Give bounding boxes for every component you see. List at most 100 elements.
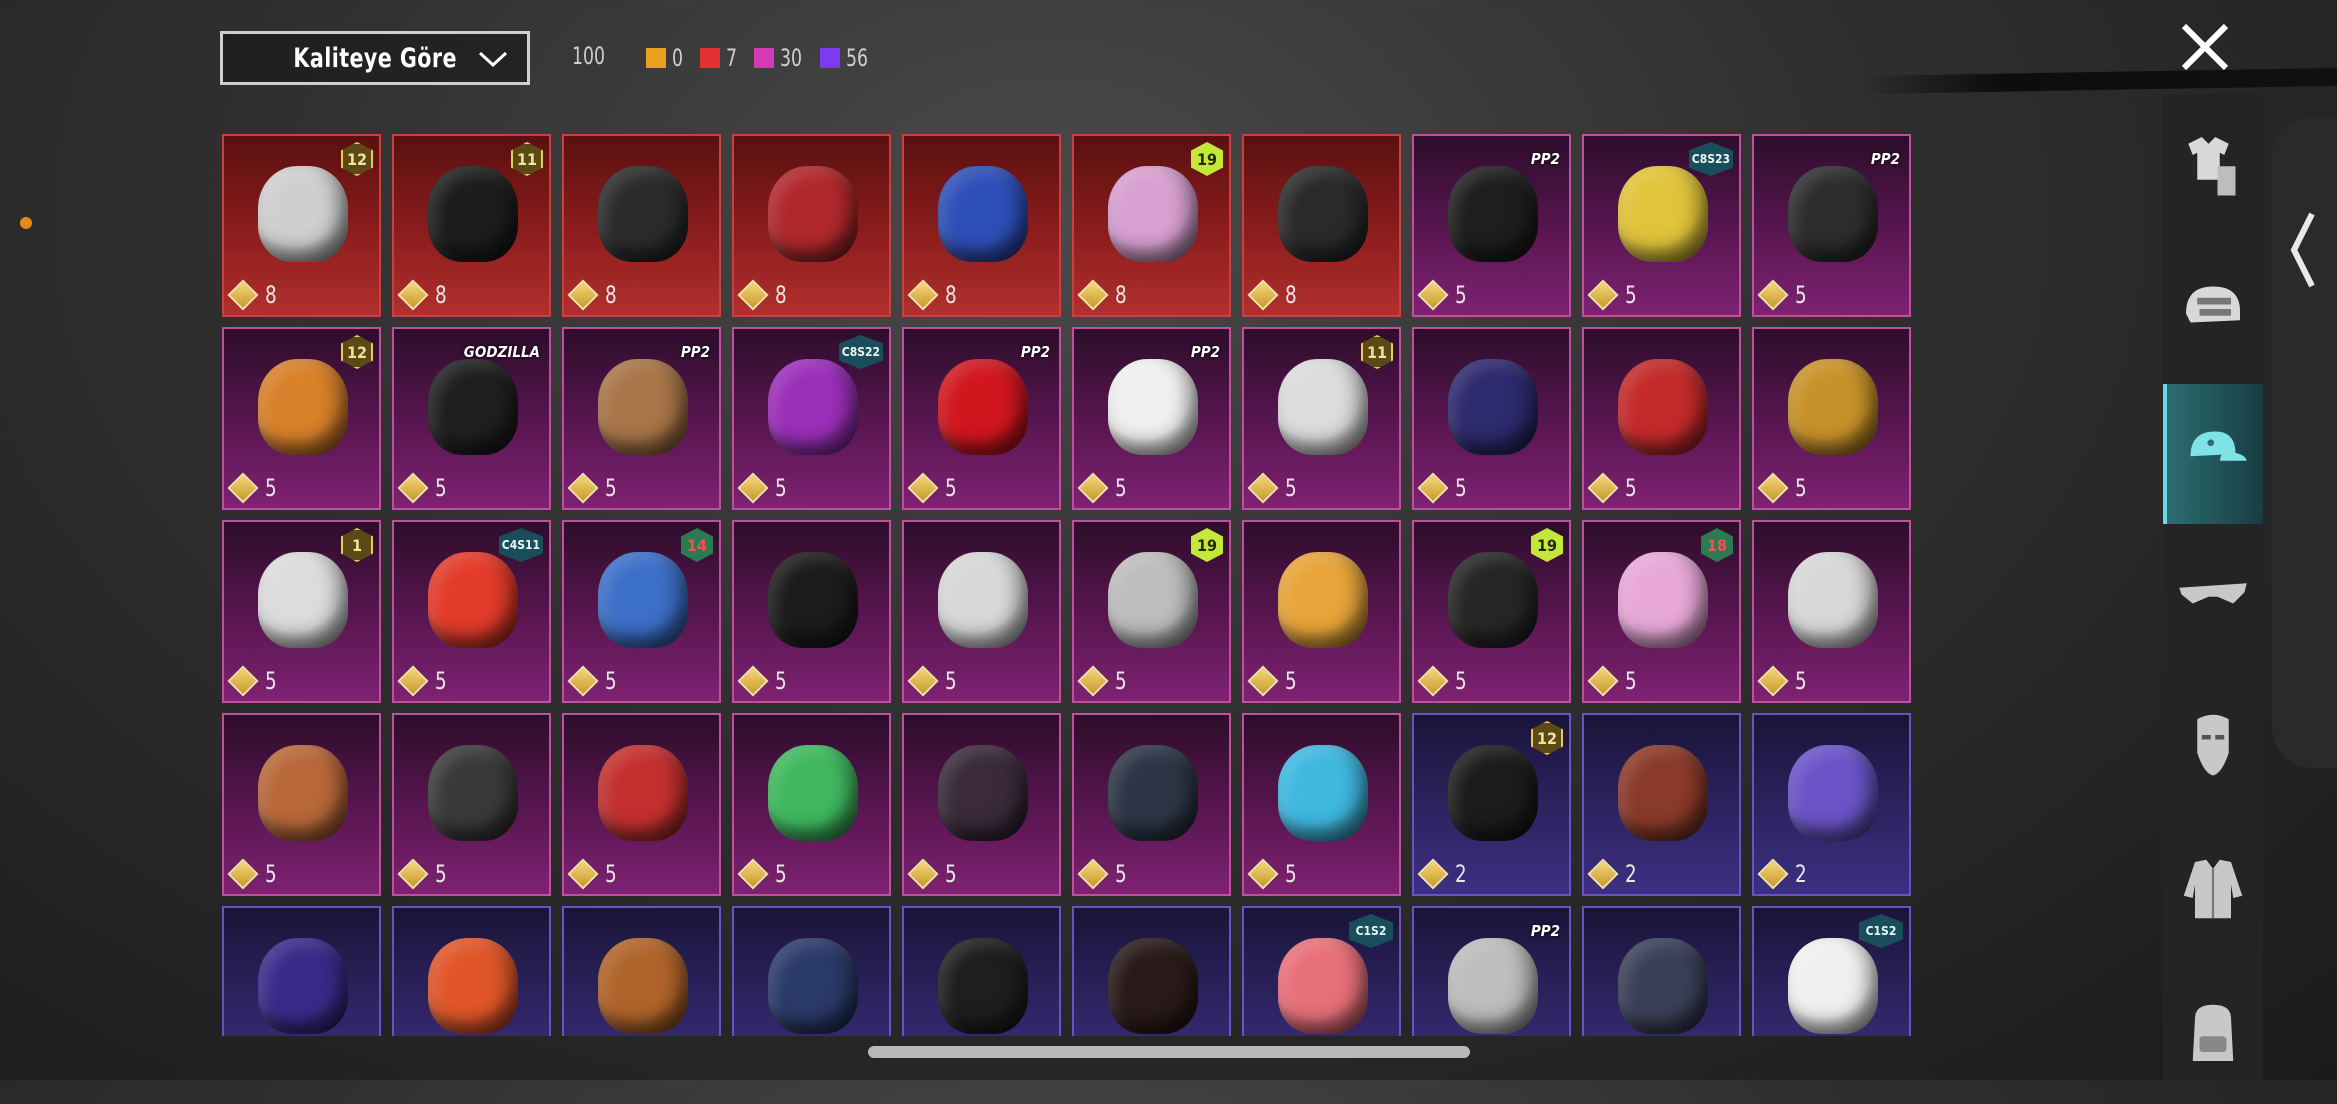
total-count: 100: [572, 42, 605, 70]
item-card[interactable]: C8S22 5: [732, 327, 891, 510]
item-thumbnail: [938, 745, 1028, 841]
jacket-icon: [2183, 859, 2243, 919]
item-card[interactable]: C4S11 5: [392, 520, 551, 703]
item-card[interactable]: [902, 906, 1061, 1036]
item-card[interactable]: 5: [902, 713, 1061, 896]
item-card[interactable]: 19 5: [1412, 520, 1571, 703]
premium-crate-icon: [907, 279, 939, 311]
item-card[interactable]: 12 2: [1412, 713, 1571, 896]
item-card[interactable]: 5: [1582, 327, 1741, 510]
chevron-left-icon[interactable]: [2288, 210, 2318, 290]
item-quantity: 5: [907, 665, 958, 697]
item-card[interactable]: PP2: [1412, 906, 1571, 1036]
item-card[interactable]: 15: [222, 520, 381, 703]
item-card[interactable]: [1072, 906, 1231, 1036]
item-card[interactable]: 5: [562, 713, 721, 896]
item-quantity: 8: [737, 279, 788, 311]
category-tab-hat[interactable]: [2163, 384, 2263, 524]
item-quantity-value: 5: [1625, 281, 1637, 309]
category-tab-backpack[interactable]: [2163, 964, 2263, 1104]
sort-dropdown[interactable]: Kaliteye Göre: [220, 31, 530, 85]
category-tab-glasses[interactable]: [2163, 529, 2263, 669]
item-card[interactable]: C1S2: [1752, 906, 1911, 1036]
item-card[interactable]: PP2 5: [902, 327, 1061, 510]
category-tab-helmet[interactable]: [2163, 239, 2263, 379]
item-quantity: 2: [1417, 858, 1468, 890]
item-card[interactable]: 5: [1752, 520, 1911, 703]
item-quantity-value: 5: [775, 667, 787, 695]
item-card[interactable]: 8: [732, 134, 891, 317]
item-card[interactable]: PP2 5: [1412, 134, 1571, 317]
item-quantity-value: 5: [1285, 860, 1297, 888]
item-card[interactable]: 18 5: [1582, 520, 1741, 703]
item-card[interactable]: GODZILLA 5: [392, 327, 551, 510]
season-badge: C1S2: [1349, 914, 1393, 948]
backpack-icon: [2192, 1004, 2234, 1061]
item-card[interactable]: 5: [1072, 713, 1231, 896]
item-quantity-value: 5: [775, 474, 787, 502]
item-quantity: 5: [1757, 472, 1808, 504]
item-card[interactable]: 5: [1242, 713, 1401, 896]
item-thumbnail: [938, 359, 1028, 455]
item-card[interactable]: PP2 5: [562, 327, 721, 510]
item-thumbnail: [598, 359, 688, 455]
item-card[interactable]: 5: [1412, 327, 1571, 510]
premium-crate-icon: [1757, 279, 1789, 311]
item-card[interactable]: [1582, 906, 1741, 1036]
item-card[interactable]: PP2 5: [1752, 134, 1911, 317]
item-quantity-value: 5: [945, 667, 957, 695]
item-quantity: 5: [1587, 279, 1638, 311]
item-card[interactable]: 11 5: [1242, 327, 1401, 510]
item-card[interactable]: 5: [732, 520, 891, 703]
item-card[interactable]: [392, 906, 551, 1036]
item-quantity-value: 5: [1625, 474, 1637, 502]
item-card[interactable]: [732, 906, 891, 1036]
item-thumbnail: [1788, 359, 1878, 455]
season-badge: PP2: [1190, 343, 1220, 361]
item-quantity-value: 5: [1115, 667, 1127, 695]
category-tab-jacket[interactable]: [2163, 819, 2263, 959]
category-tab-mask[interactable]: [2163, 674, 2263, 814]
quality-count-rare: 56: [820, 44, 873, 72]
season-badge: PP2: [1530, 922, 1560, 940]
premium-crate-icon: [907, 858, 939, 890]
item-thumbnail: [258, 552, 348, 648]
item-card[interactable]: 5: [392, 713, 551, 896]
season-badge: 11: [1361, 335, 1393, 369]
item-card[interactable]: 19 8: [1072, 134, 1231, 317]
item-card[interactable]: 8: [902, 134, 1061, 317]
item-card[interactable]: 19 5: [1072, 520, 1231, 703]
item-quantity: 8: [1247, 279, 1298, 311]
item-card[interactable]: 2: [1582, 713, 1741, 896]
item-quantity: 5: [1417, 472, 1468, 504]
item-card[interactable]: 12 8: [222, 134, 381, 317]
item-thumbnail: [428, 938, 518, 1034]
close-icon[interactable]: [2178, 20, 2232, 74]
category-tab-outfit[interactable]: [2163, 94, 2263, 234]
home-indicator: [868, 1046, 1470, 1058]
item-thumbnail: [1108, 166, 1198, 262]
quality-count-epic: 30: [754, 44, 807, 72]
item-card[interactable]: [222, 906, 381, 1036]
item-card[interactable]: [562, 906, 721, 1036]
premium-crate-icon: [397, 665, 429, 697]
item-quantity-value: 8: [945, 281, 957, 309]
item-card[interactable]: 12 5: [222, 327, 381, 510]
item-card[interactable]: 5: [1752, 327, 1911, 510]
item-card[interactable]: 8: [562, 134, 721, 317]
item-card[interactable]: 5: [732, 713, 891, 896]
item-thumbnail: [1448, 745, 1538, 841]
item-card[interactable]: PP2 5: [1072, 327, 1231, 510]
item-card[interactable]: 5: [222, 713, 381, 896]
item-card[interactable]: 11 8: [392, 134, 551, 317]
item-card[interactable]: C1S2: [1242, 906, 1401, 1036]
item-thumbnail: [428, 359, 518, 455]
item-card[interactable]: 14 5: [562, 520, 721, 703]
item-card[interactable]: C8S23 5: [1582, 134, 1741, 317]
item-card[interactable]: 2: [1752, 713, 1911, 896]
season-badge: 14: [681, 528, 713, 562]
item-card[interactable]: 8: [1242, 134, 1401, 317]
season-badge: PP2: [680, 343, 710, 361]
item-card[interactable]: 5: [902, 520, 1061, 703]
item-card[interactable]: 5: [1242, 520, 1401, 703]
